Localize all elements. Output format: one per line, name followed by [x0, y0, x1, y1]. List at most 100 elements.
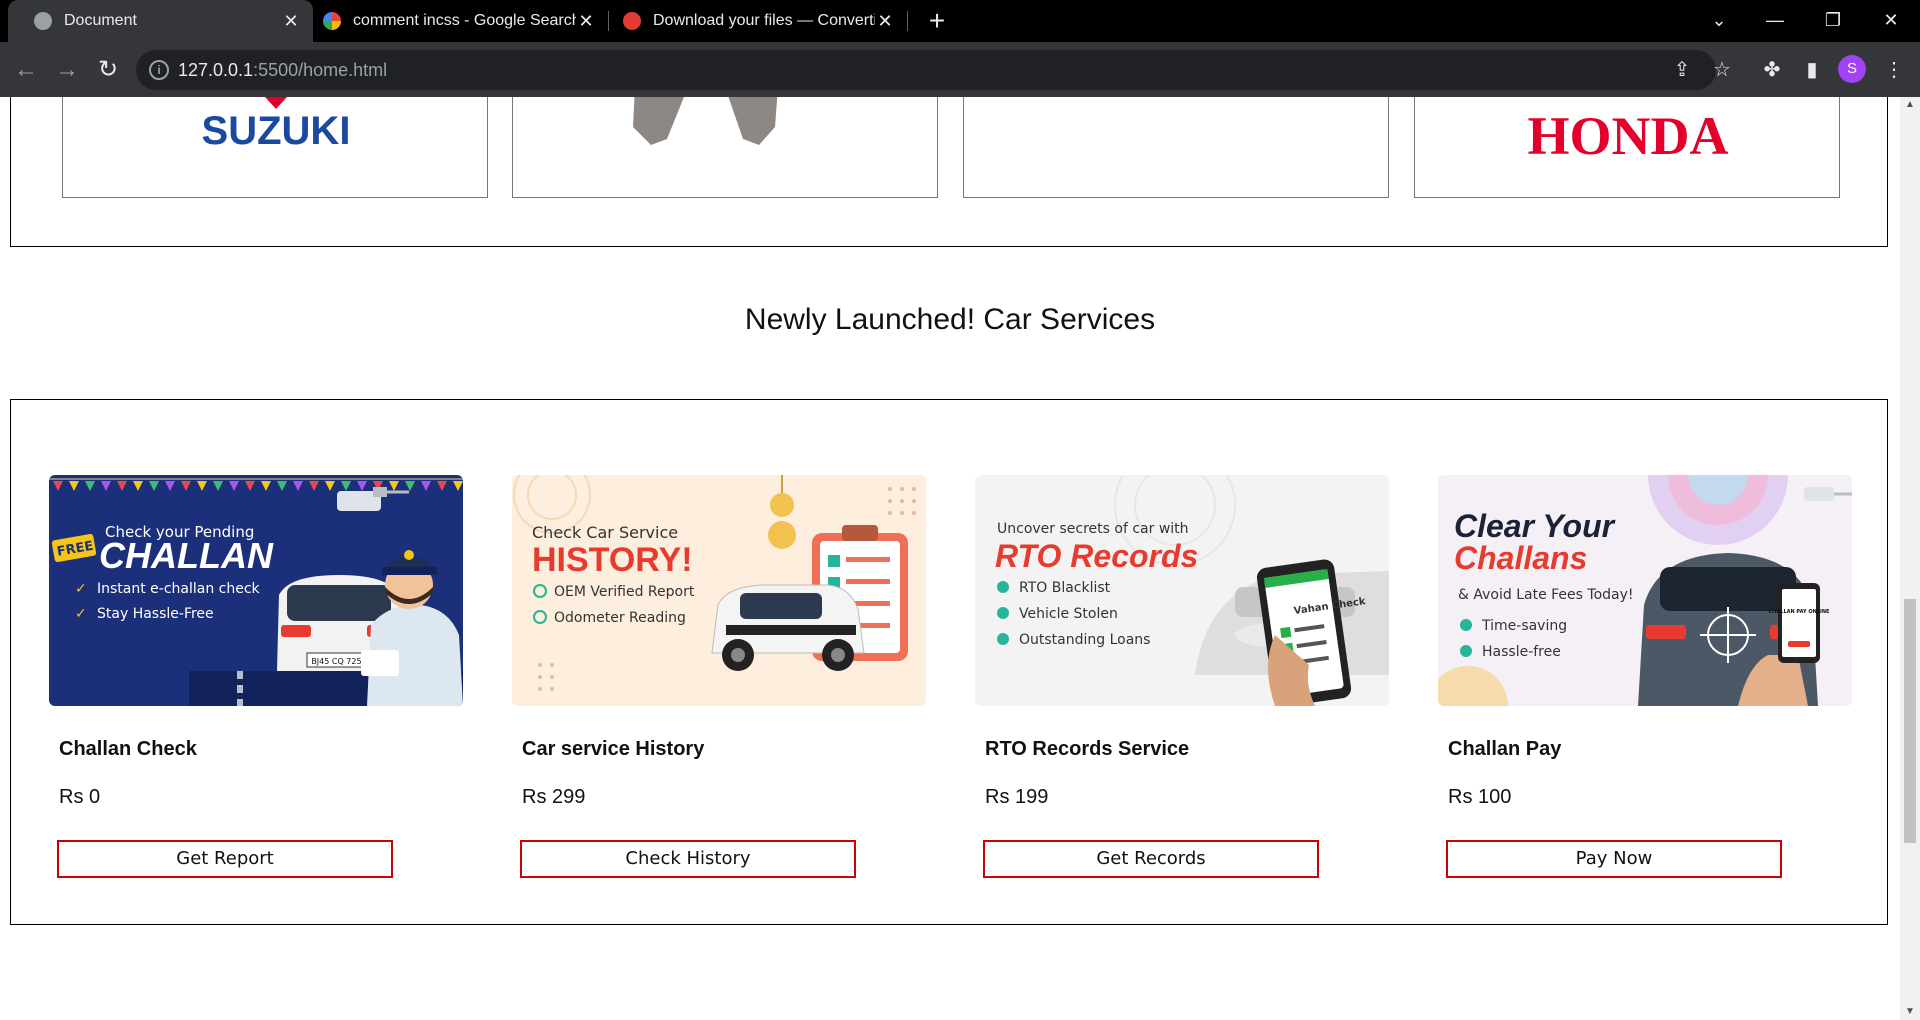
service-name: Challan Pay — [1448, 738, 1562, 760]
url-path: :5500/home.html — [253, 60, 388, 80]
road-stripes — [237, 671, 243, 706]
brand-card-suzuki[interactable]: SUZUKI — [62, 97, 488, 198]
close-tab-icon[interactable]: ✕ — [576, 11, 596, 32]
site-info-icon[interactable]: i — [149, 60, 169, 80]
menu-kebab-icon[interactable]: ⋮ — [1882, 58, 1906, 82]
services-section: BJ45 CQ 7251 Check your Pending FREE CHA… — [10, 399, 1888, 925]
rto-records-illustration: Vahan Check Uncover secrets of car with … — [975, 475, 1389, 706]
plate-number: BJ45 CQ 7251 — [311, 657, 366, 666]
challan-pay-headline-1: Clear Your — [1454, 508, 1616, 544]
challan-pay-bullet-2: Hassle-free — [1482, 644, 1561, 660]
scroll-up-arrow-icon[interactable]: ▲ — [1900, 97, 1920, 113]
new-tab-button[interactable]: + — [922, 6, 952, 36]
service-name: Challan Check — [59, 738, 197, 760]
challan-bullet-1: Instant e-challan check — [97, 581, 261, 597]
service-price: Rs 100 — [1448, 786, 1512, 808]
tab-title: Document — [64, 12, 137, 29]
service-card-challan-check: BJ45 CQ 7251 Check your Pending FREE CHA… — [49, 475, 463, 878]
google-icon — [323, 12, 341, 30]
brands-section: SUZUKI HONDA — [10, 97, 1888, 247]
rto-headline: RTO Records — [995, 538, 1198, 574]
service-name: Car service History — [522, 738, 705, 760]
service-history-illustration: Check Car Service HISTORY! OEM Verified … — [512, 475, 926, 706]
forward-button[interactable]: → — [53, 56, 81, 84]
honda-logo: HONDA — [1528, 106, 1729, 166]
url-text: 127.0.0.1:5500/home.html — [178, 60, 387, 81]
suzuki-logo: SUZUKI — [202, 97, 351, 153]
address-bar[interactable]: i 127.0.0.1:5500/home.html ⇪ ☆ — [136, 50, 1731, 90]
rto-bullet-2: Vehicle Stolen — [1019, 606, 1118, 622]
side-panel-icon[interactable]: ▮ — [1800, 58, 1824, 82]
check-icon: ✓ — [75, 581, 87, 597]
history-pre: Check Car Service — [532, 523, 678, 542]
history-bullet-1: OEM Verified Report — [554, 584, 695, 600]
scrollbar-thumb[interactable] — [1904, 599, 1916, 843]
page-viewport: SUZUKI HONDA Newly Launched! Car Service… — [0, 97, 1900, 1020]
tab-document[interactable]: Document ✕ — [8, 0, 313, 42]
check-circle-icon — [1460, 619, 1472, 631]
service-name: RTO Records Service — [985, 738, 1190, 760]
share-icon[interactable]: ⇪ — [1670, 58, 1694, 82]
tab-title: Download your files — Converti — [653, 12, 875, 29]
get-report-button[interactable]: Get Report — [57, 840, 393, 878]
history-bullet-2: Odometer Reading — [554, 610, 686, 626]
scroll-down-arrow-icon[interactable]: ▼ — [1900, 1004, 1920, 1020]
bookmark-star-icon[interactable]: ☆ — [1710, 58, 1734, 82]
rto-bullet-1: RTO Blacklist — [1019, 580, 1111, 596]
brand-name-suzuki: SUZUKI — [202, 109, 351, 153]
tab-google-search[interactable]: comment incss - Google Search ✕ — [313, 0, 608, 42]
check-circle-icon — [997, 633, 1009, 645]
challan-check-headline: CHALLAN — [99, 535, 274, 576]
back-button[interactable]: ← — [12, 56, 40, 84]
challan-check-banner[interactable]: BJ45 CQ 7251 Check your Pending FREE CHA… — [49, 475, 463, 706]
service-price: Rs 0 — [59, 786, 101, 808]
rto-bullet-3: Outstanding Loans — [1019, 632, 1150, 648]
globe-icon — [34, 12, 52, 30]
convertio-icon — [623, 12, 641, 30]
service-history-banner[interactable]: Check Car Service HISTORY! OEM Verified … — [512, 475, 926, 706]
challan-pay-illustration: CHALLAN PAY ONLINE Clear Your Challans &… — [1438, 475, 1852, 706]
check-circle-icon — [997, 581, 1009, 593]
rto-records-banner[interactable]: Vahan Check Uncover secrets of car with … — [975, 475, 1389, 706]
tab-title: comment incss - Google Search — [353, 12, 576, 29]
tab-divider — [907, 11, 908, 31]
close-tab-icon[interactable]: ✕ — [281, 11, 301, 32]
challan-pay-sub: & Avoid Late Fees Today! — [1458, 587, 1634, 603]
tab-search-chevron-icon[interactable]: ⌄ — [1694, 0, 1744, 42]
service-price: Rs 299 — [522, 786, 586, 808]
section-title: Newly Launched! Car Services — [744, 303, 1156, 336]
url-host: 127.0.0.1 — [178, 60, 254, 80]
service-card-challan-pay: CHALLAN PAY ONLINE Clear Your Challans &… — [1438, 475, 1852, 878]
close-tab-icon[interactable]: ✕ — [875, 11, 895, 32]
check-circle-icon — [1460, 645, 1472, 657]
service-card-rto-records: Vahan Check Uncover secrets of car with … — [975, 475, 1389, 878]
reload-button[interactable]: ↻ — [94, 56, 122, 84]
brand-card-honda[interactable]: HONDA — [1414, 97, 1840, 198]
brand-card-2[interactable] — [512, 97, 938, 198]
challan-pay-bullet-1: Time-saving — [1481, 618, 1567, 634]
challan-pay-online-label: CHALLAN PAY ONLINE — [1769, 609, 1831, 615]
restore-button[interactable]: ❐ — [1808, 0, 1858, 42]
tab-strip: Document ✕ comment incss - Google Search… — [0, 0, 1920, 42]
check-icon: ✓ — [75, 606, 87, 622]
extensions-icon[interactable]: ✤ — [1760, 58, 1784, 82]
service-card-service-history: Check Car Service HISTORY! OEM Verified … — [512, 475, 926, 878]
challan-check-illustration: BJ45 CQ 7251 Check your Pending FREE CHA… — [49, 475, 463, 706]
close-window-button[interactable]: ✕ — [1866, 0, 1916, 42]
service-price: Rs 199 — [985, 786, 1049, 808]
get-records-button[interactable]: Get Records — [983, 840, 1319, 878]
check-circle-icon — [997, 607, 1009, 619]
profile-avatar[interactable]: S — [1838, 55, 1866, 83]
page-scrollbar[interactable]: ▲ ▼ — [1900, 97, 1920, 1020]
minimize-button[interactable]: — — [1750, 0, 1800, 42]
history-headline: HISTORY! — [532, 541, 693, 579]
check-history-button[interactable]: Check History — [520, 840, 856, 878]
tab-convertio[interactable]: Download your files — Converti ✕ — [609, 0, 907, 42]
pay-now-button[interactable]: Pay Now — [1446, 840, 1782, 878]
brand-logo-partial — [633, 97, 778, 145]
brand-card-3[interactable] — [963, 97, 1389, 198]
brand-name-honda: HONDA — [1528, 106, 1729, 166]
challan-pay-headline-2: Challans — [1454, 540, 1587, 576]
browser-toolbar: ← → ↻ i 127.0.0.1:5500/home.html ⇪ ☆ ✤ ▮… — [0, 42, 1920, 97]
challan-pay-banner[interactable]: CHALLAN PAY ONLINE Clear Your Challans &… — [1438, 475, 1852, 706]
